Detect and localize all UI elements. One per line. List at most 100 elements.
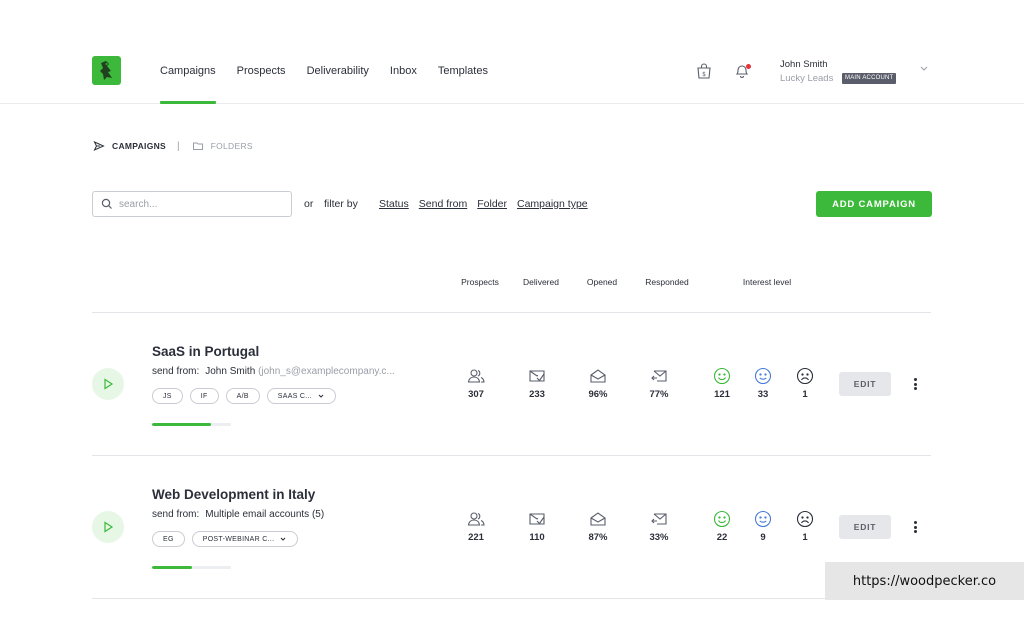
search-icon <box>101 198 112 209</box>
neutral-face-icon <box>753 510 773 528</box>
column-interest-level: Interest level <box>742 277 792 287</box>
stat-responded: 77% <box>634 367 684 400</box>
stat-prospects: 221 <box>451 510 501 543</box>
crumb-folders[interactable]: FOLDERS <box>211 141 253 151</box>
notification-dot <box>746 64 751 69</box>
nav-deliverability[interactable]: Deliverability <box>307 64 369 78</box>
prospects-count: 307 <box>468 389 484 400</box>
mail-check-icon <box>527 510 547 528</box>
campaign-tags: JS IF A/B SAAS C... <box>152 388 343 404</box>
campaign-name[interactable]: Web Development in Italy <box>152 487 315 502</box>
neutral-face-icon <box>753 367 773 385</box>
user-name[interactable]: John Smith <box>780 59 828 70</box>
campaign-row[interactable]: SaaS in Portugal send from: John Smith (j… <box>92 313 931 455</box>
column-delivered: Delivered <box>523 277 559 287</box>
edit-button[interactable]: EDIT <box>839 515 891 539</box>
search-input[interactable] <box>119 198 289 210</box>
frown-icon <box>795 367 815 385</box>
play-icon[interactable] <box>92 368 124 400</box>
progress-fill <box>152 423 212 426</box>
more-options-icon[interactable] <box>910 375 920 393</box>
chevron-down-icon <box>318 394 324 398</box>
more-options-icon[interactable] <box>910 518 920 536</box>
breadcrumb: CAMPAIGNS | FOLDERS <box>93 140 253 152</box>
sender-name: John Smith <box>205 366 256 377</box>
progress-bar <box>152 566 231 569</box>
send-icon <box>93 140 105 152</box>
sender-name: Multiple email accounts (5) <box>205 509 325 520</box>
add-campaign-button[interactable]: ADD CAMPAIGN <box>816 191 932 217</box>
play-icon[interactable] <box>92 511 124 543</box>
mail-open-icon <box>588 367 608 385</box>
stat-delivered: 110 <box>512 510 562 543</box>
send-from-label: send from: <box>152 509 200 520</box>
campaign-sender: send from: John Smith (john_s@examplecomp… <box>152 366 395 377</box>
interest-negative-count: 1 <box>802 389 808 400</box>
nav-campaigns[interactable]: Campaigns <box>160 64 216 104</box>
tag[interactable]: IF <box>189 388 219 404</box>
filter-send-from[interactable]: Send from <box>419 198 467 210</box>
column-opened: Opened <box>586 277 618 287</box>
responded-rate: 33% <box>649 532 669 543</box>
opened-rate: 96% <box>588 389 608 400</box>
folder-icon <box>192 140 204 152</box>
search-box[interactable] <box>92 191 292 217</box>
users-icon <box>466 510 486 528</box>
shopping-bag-dollar-icon[interactable]: $ <box>695 62 713 80</box>
user-company: Lucky Leads <box>780 73 834 84</box>
interest-negative-count: 1 <box>802 532 808 543</box>
stat-responded: 33% <box>634 510 684 543</box>
delivered-count: 110 <box>529 532 545 543</box>
mail-reply-icon <box>649 367 669 385</box>
main-nav: Campaigns Prospects Deliverability Inbox… <box>160 64 509 104</box>
filter-status[interactable]: Status <box>379 198 409 210</box>
filter-by-label: filter by <box>324 198 358 210</box>
tag-label: POST-WEBINAR C... <box>202 535 275 543</box>
top-header: Campaigns Prospects Deliverability Inbox… <box>0 0 1024 104</box>
crumb-separator: | <box>177 140 180 152</box>
filter-folder[interactable]: Folder <box>477 198 507 210</box>
tag-dropdown[interactable]: SAAS C... <box>266 388 337 404</box>
users-icon <box>466 367 486 385</box>
stat-opened: 87% <box>573 510 623 543</box>
delivered-count: 233 <box>529 389 545 400</box>
crumb-campaigns[interactable]: CAMPAIGNS <box>112 141 166 151</box>
campaign-tags: EG POST-WEBINAR C... <box>152 531 305 547</box>
tag-label: SAAS C... <box>277 392 313 400</box>
sender-email: (john_s@examplecompany.c... <box>258 366 395 377</box>
tag-dropdown[interactable]: POST-WEBINAR C... <box>191 531 299 547</box>
campaign-name[interactable]: SaaS in Portugal <box>152 344 259 359</box>
opened-rate: 87% <box>588 532 608 543</box>
tag[interactable]: EG <box>152 531 185 547</box>
stat-delivered: 233 <box>512 367 562 400</box>
column-responded: Responded <box>645 277 689 287</box>
bell-icon[interactable] <box>733 62 751 80</box>
woodpecker-logo-icon[interactable] <box>92 56 121 85</box>
row-divider <box>92 598 931 599</box>
mail-reply-icon <box>649 510 669 528</box>
nav-prospects[interactable]: Prospects <box>237 64 286 78</box>
send-from-label: send from: <box>152 366 200 377</box>
nav-templates[interactable]: Templates <box>438 64 488 78</box>
filter-links: Status Send from Folder Campaign type <box>379 198 598 210</box>
edit-button[interactable]: EDIT <box>839 372 891 396</box>
tag[interactable]: JS <box>152 388 183 404</box>
progress-fill <box>152 566 192 569</box>
nav-inbox[interactable]: Inbox <box>390 64 417 78</box>
campaign-sender: send from: Multiple email accounts (5) <box>152 509 324 520</box>
stat-interest-negative: 1 <box>780 510 830 543</box>
filter-campaign-type[interactable]: Campaign type <box>517 198 588 210</box>
tag[interactable]: A/B <box>225 388 260 404</box>
campaign-row[interactable]: Web Development in Italy send from: Multi… <box>92 456 931 598</box>
stat-interest-negative: 1 <box>780 367 830 400</box>
smile-icon <box>712 510 732 528</box>
stat-opened: 96% <box>573 367 623 400</box>
account-badge: MAIN ACCOUNT <box>842 73 897 84</box>
chevron-down-icon[interactable] <box>918 61 930 73</box>
filter-or-label: or <box>304 198 314 210</box>
prospects-count: 221 <box>468 532 484 543</box>
mail-open-icon <box>588 510 608 528</box>
responded-rate: 77% <box>649 389 669 400</box>
progress-bar <box>152 423 231 426</box>
chevron-down-icon <box>280 537 286 541</box>
